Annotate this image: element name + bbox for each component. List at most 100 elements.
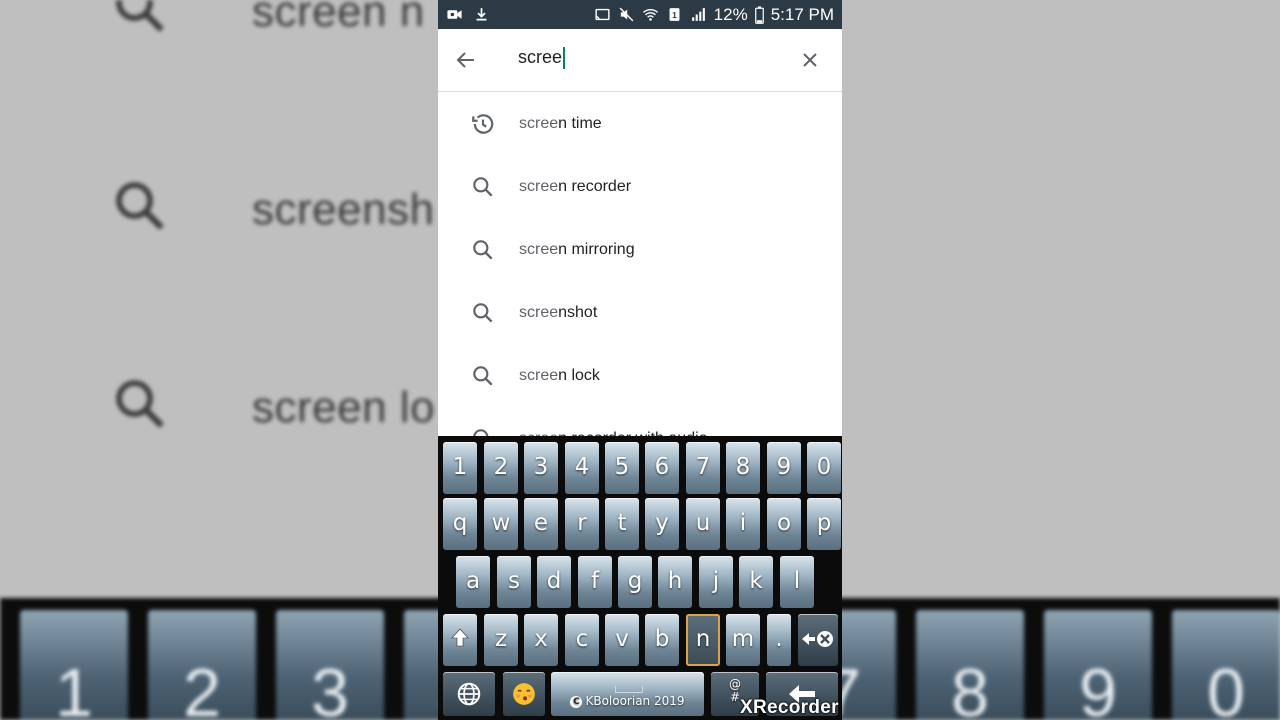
phone-screen: 1 12% 5:17 PM scree screen time screen r… — [438, 0, 842, 720]
keyboard-row-bottom: z x c v b n m . — [438, 614, 842, 670]
key-n[interactable]: n — [686, 614, 720, 666]
key-2[interactable]: 2 — [484, 442, 518, 494]
suggestion-item[interactable]: screen time — [438, 92, 842, 155]
key-q[interactable]: q — [443, 498, 477, 550]
key-u[interactable]: u — [686, 498, 720, 550]
key-v[interactable]: v — [605, 614, 639, 666]
keyboard: 1 2 3 4 5 6 7 8 9 0 q w e r t y u i o p … — [438, 436, 842, 720]
search-icon — [470, 174, 496, 200]
suggestion-label: screen mirroring — [519, 240, 635, 258]
key-0[interactable]: 0 — [807, 442, 841, 494]
key-a[interactable]: a — [456, 556, 490, 608]
history-icon — [470, 111, 496, 137]
video-icon — [446, 6, 463, 23]
search-icon — [470, 300, 496, 326]
key-9[interactable]: 9 — [767, 442, 801, 494]
key-e[interactable]: e — [524, 498, 558, 550]
data-icon: 1 — [666, 6, 683, 23]
key-o[interactable]: o — [767, 498, 801, 550]
suggestion-label: screen recorder — [519, 177, 632, 195]
bg-row: screen n — [110, 0, 425, 45]
key-y[interactable]: y — [645, 498, 679, 550]
bg-key: 0 — [1172, 610, 1280, 720]
bg-key: 2 — [148, 610, 256, 720]
key-b[interactable]: b — [645, 614, 679, 666]
clock: 5:17 PM — [770, 4, 834, 24]
key-5[interactable]: 5 — [605, 442, 639, 494]
bg-key: 1 — [20, 610, 128, 720]
space-indicator — [615, 686, 643, 693]
suggestion-label: screen time — [519, 114, 602, 132]
search-icon — [110, 176, 172, 243]
space-label: C KBoloorian 2019 — [551, 694, 704, 708]
shift-icon — [443, 627, 477, 649]
suggestion-item[interactable]: screen recorder — [438, 155, 842, 218]
space-key[interactable]: C KBoloorian 2019 — [551, 672, 704, 716]
mute-icon — [618, 6, 635, 23]
key-s[interactable]: s — [497, 556, 531, 608]
key-d[interactable]: d — [537, 556, 571, 608]
key-7[interactable]: 7 — [686, 442, 720, 494]
keyboard-row-numbers: 1 2 3 4 5 6 7 8 9 0 — [438, 442, 842, 498]
suggestion-item[interactable]: screenshot — [438, 281, 842, 344]
language-key[interactable] — [443, 672, 495, 716]
close-icon[interactable] — [798, 48, 822, 72]
key-x[interactable]: x — [524, 614, 558, 666]
key-c[interactable]: c — [565, 614, 599, 666]
bg-key: 3 — [276, 610, 384, 720]
suggestion-item[interactable]: screen mirroring — [438, 218, 842, 281]
key-z[interactable]: z — [484, 614, 518, 666]
key-h[interactable]: h — [658, 556, 692, 608]
search-icon — [110, 374, 172, 441]
key-l[interactable]: l — [780, 556, 814, 608]
globe-icon — [443, 681, 495, 707]
key-period[interactable]: . — [767, 614, 791, 666]
search-bar: scree — [438, 29, 842, 92]
cast-icon — [594, 6, 611, 23]
search-icon — [110, 0, 172, 45]
key-g[interactable]: g — [618, 556, 652, 608]
arrow-back-icon[interactable] — [454, 48, 478, 72]
key-k[interactable]: k — [739, 556, 773, 608]
download-icon — [473, 6, 490, 23]
search-query: scree — [518, 47, 563, 67]
suggestion-list: screen time screen recorder screen mirro… — [438, 92, 842, 470]
search-input[interactable]: scree — [518, 47, 778, 70]
key-i[interactable]: i — [726, 498, 760, 550]
text-cursor — [563, 47, 566, 70]
key-4[interactable]: 4 — [565, 442, 599, 494]
suggestion-label: screenshot — [519, 303, 598, 321]
battery-percent: 12% — [713, 4, 748, 24]
shift-key[interactable] — [443, 614, 477, 666]
bg-row: screensh — [110, 176, 435, 243]
keyboard-row-qwerty: q w e r t y u i o p — [438, 498, 842, 554]
wifi-icon — [642, 6, 659, 23]
battery-icon — [754, 5, 764, 24]
backspace-key[interactable] — [798, 614, 838, 666]
bg-key: 8 — [916, 610, 1024, 720]
key-1[interactable]: 1 — [443, 442, 477, 494]
suggestion-label: screen lock — [519, 366, 600, 384]
key-6[interactable]: 6 — [645, 442, 679, 494]
key-f[interactable]: f — [578, 556, 612, 608]
backspace-icon — [798, 627, 838, 651]
keyboard-row-home: a s d f g h j k l — [438, 556, 842, 612]
search-icon — [470, 363, 496, 389]
signal-icon — [690, 6, 707, 23]
bg-suggestion-text: screen n — [252, 0, 425, 36]
status-bar: 1 12% 5:17 PM — [438, 0, 842, 29]
key-j[interactable]: j — [699, 556, 733, 608]
key-8[interactable]: 8 — [726, 442, 760, 494]
key-t[interactable]: t — [605, 498, 639, 550]
key-m[interactable]: m — [726, 614, 760, 666]
copyright-icon: C — [570, 695, 583, 708]
svg-text:1: 1 — [672, 10, 677, 20]
bg-suggestion-text: screensh — [252, 184, 435, 234]
emoji-icon — [503, 681, 545, 707]
emoji-key[interactable] — [503, 672, 545, 716]
suggestion-item[interactable]: screen lock — [438, 344, 842, 407]
key-p[interactable]: p — [807, 498, 841, 550]
key-r[interactable]: r — [565, 498, 599, 550]
key-w[interactable]: w — [484, 498, 518, 550]
key-3[interactable]: 3 — [524, 442, 558, 494]
